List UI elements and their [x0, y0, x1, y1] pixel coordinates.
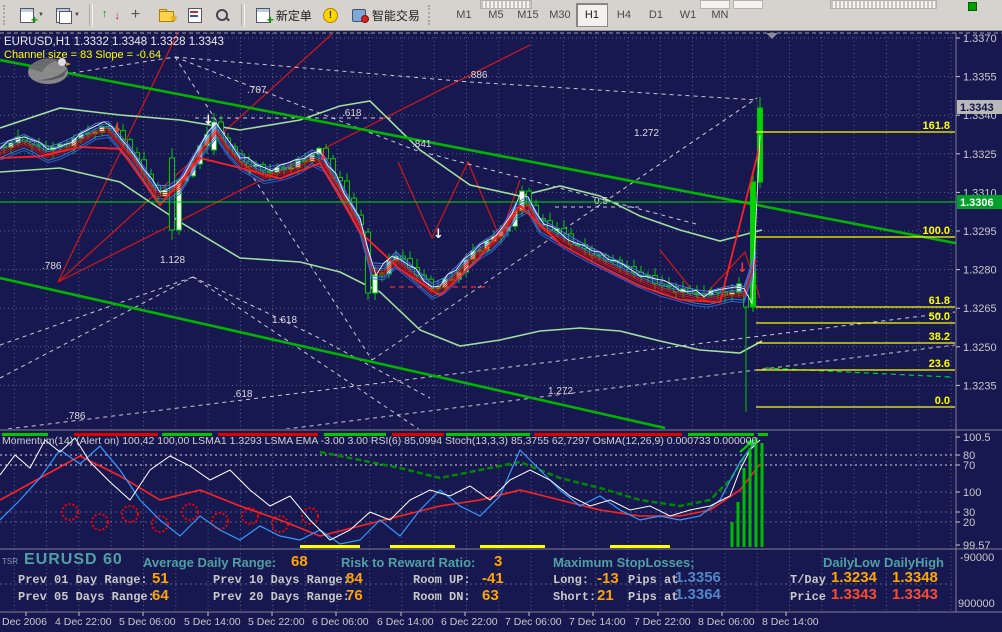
ratio-annotation: .786 — [66, 411, 86, 422]
toolbar-grip[interactable] — [3, 5, 10, 25]
tick-arrows-button[interactable]: ↑↓ — [98, 2, 124, 28]
new-order-icon: + — [254, 7, 272, 23]
axis-label: 70 — [963, 460, 975, 472]
expert-advisor-button[interactable]: 智能交易 — [346, 2, 424, 28]
yellow-dash — [610, 545, 670, 548]
status-dot — [968, 2, 977, 11]
timeframe-button-h4[interactable]: H4 — [608, 3, 640, 27]
indicators-list-icon — [186, 7, 204, 23]
candle-body — [373, 275, 378, 293]
ratio-annotation: 1.272 — [548, 386, 573, 397]
expert-advisor-label: 智能交易 — [372, 7, 420, 24]
axis-label: 1.3355 — [963, 72, 997, 84]
new-order-label: 新定单 — [276, 7, 312, 24]
axis-label: 1.3265 — [963, 303, 997, 315]
chart-background — [0, 30, 1002, 632]
axis-label: 100 — [963, 487, 981, 499]
axis-label: 99.57 — [963, 540, 991, 552]
updown-arrows-icon: ↑↓ — [102, 7, 120, 23]
chart-canvas[interactable]: ↓ ↓ ↓ ↓ ↓ .886 .707 .618 .841 1.272 .786 1.128 1.618… — [0, 0, 1002, 632]
toolbar-fragment — [830, 0, 937, 9]
ratio-annotation: .786 — [42, 261, 62, 272]
candle-body — [163, 190, 168, 196]
fib-label: 161.8 — [922, 120, 950, 132]
main-toolbar: + ▼ ▼ ↑↓ + ★ + 新定单 ! — [0, 0, 1002, 31]
yellow-dash — [480, 545, 545, 548]
ratio-annotation: .618 — [342, 108, 362, 119]
ratio-annotation: 1.272 — [634, 128, 659, 139]
ratio-annotation: 1.128 — [160, 255, 185, 266]
timeframe-button-d1[interactable]: D1 — [640, 3, 672, 27]
line-price-label: 1.3306 — [960, 197, 994, 209]
template-folder-icon: ★ — [158, 7, 176, 23]
fib-label: 50.0 — [929, 311, 950, 323]
ratio-annotation: .886 — [468, 70, 488, 81]
axis-label: 1.3235 — [963, 380, 997, 392]
indicators-button[interactable] — [182, 2, 208, 28]
toolbar-fragment — [700, 0, 730, 9]
timeframe-button-m30[interactable]: M30 — [544, 3, 576, 27]
chevron-down-icon: ▼ — [74, 12, 80, 18]
warning-icon: ! — [322, 7, 340, 23]
toolbar-fragment — [480, 0, 532, 9]
fib-label: 100.0 — [922, 225, 950, 237]
magnifier-icon — [214, 7, 232, 23]
ratio-annotation: .707 — [247, 85, 267, 96]
fib-label: 23.6 — [929, 358, 950, 370]
new-chart-icon: + — [18, 7, 36, 23]
chart-profiles-button[interactable]: ▼ — [50, 2, 84, 28]
ratio-annotation: 1.618 — [272, 315, 297, 326]
zoom-button[interactable] — [210, 2, 236, 28]
axis-label: 1.3295 — [963, 226, 997, 238]
crosshair-icon: + — [130, 7, 148, 23]
sell-arrow-icon: ↓ — [112, 121, 123, 136]
timeframe-button-h1[interactable]: H1 — [576, 3, 608, 27]
mt4-window: + ▼ ▼ ↑↓ + ★ + 新定单 ! — [0, 0, 1002, 632]
new-order-button[interactable]: + 新定单 — [250, 2, 316, 28]
sell-arrow-icon: ↓ — [318, 149, 329, 164]
toolbar-fragment — [733, 0, 763, 9]
axis-label: 1.3250 — [963, 342, 997, 354]
channel-info: Channel size = 83 Slope = -0.64 — [4, 49, 161, 61]
crosshair-button[interactable]: + — [126, 2, 152, 28]
yellow-dash — [390, 545, 455, 548]
white-arrow-icon: ↓ — [203, 113, 214, 128]
bid-price-label: 1.3343 — [960, 102, 994, 114]
chart-title: EURUSD,H1 1.3332 1.3348 1.3328 1.3343 — [4, 36, 224, 48]
axis-label: 1.3370 — [963, 33, 997, 45]
axis-label: 1.3325 — [963, 149, 997, 161]
fib-label: 38.2 — [929, 331, 950, 343]
profiles-icon — [54, 7, 72, 23]
ratio-annotation: .618 — [233, 389, 253, 400]
yellow-dash — [300, 545, 360, 548]
toolbar-separator — [89, 4, 93, 26]
new-chart-button[interactable]: + ▼ — [14, 2, 48, 28]
axis-label: 100.5 — [963, 432, 991, 444]
toolbar-separator — [241, 4, 245, 26]
templates-button[interactable]: ★ — [154, 2, 180, 28]
toolbar-grip[interactable] — [428, 5, 435, 25]
axis-label: 1.3280 — [963, 265, 997, 277]
indicator-label: Momentum(14) (Alert on) 100,42 100,00 LS… — [2, 435, 757, 447]
chevron-down-icon: ▼ — [38, 12, 44, 18]
axis-label: 20 — [963, 517, 975, 529]
signal-strip — [758, 433, 768, 436]
timeframe-button-m1[interactable]: M1 — [448, 3, 480, 27]
white-arrow-icon: ↓ — [433, 227, 444, 242]
ratio-annotation: .841 — [412, 139, 432, 150]
fib-label: 0.0 — [935, 395, 950, 407]
fib-label: 61.8 — [929, 295, 950, 307]
expert-advisor-icon — [350, 7, 368, 23]
sell-arrow-icon: ↓ — [737, 261, 748, 276]
alert-button[interactable]: ! — [318, 2, 344, 28]
